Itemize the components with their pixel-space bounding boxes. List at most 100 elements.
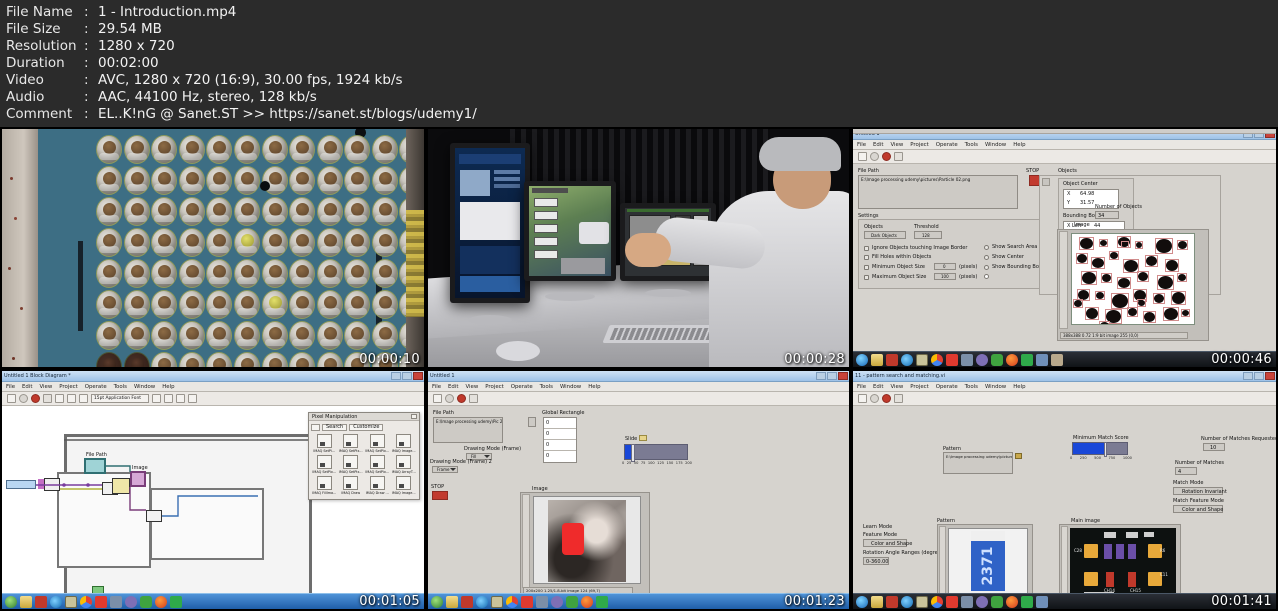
menu-edit[interactable]: Edit [873,142,883,148]
stop-button[interactable] [432,491,448,500]
min-size-checkbox[interactable] [864,265,869,270]
taskbar-app-icon-1[interactable] [110,595,122,608]
menu-view[interactable]: View [890,384,903,390]
palette-item[interactable]: IMAQ Draw ... [365,476,390,495]
taskbar-app-icon-5[interactable] [1036,595,1048,608]
menu-view[interactable]: View [890,142,903,148]
menu-bar[interactable]: File Edit View Project Operate Tools Win… [853,382,1276,392]
constant-node[interactable] [6,480,36,489]
reorder-button[interactable] [188,394,197,403]
toolbar[interactable]: 15pt Application Font [2,392,424,406]
taskbar-app-icon-3[interactable] [566,595,578,608]
thumbnail-1[interactable]: 00:00:10 [0,127,426,369]
palette-item[interactable]: IMAQ Draw [339,476,364,495]
taskbar-app-icon-1[interactable] [961,353,973,366]
taskbar-labview-icon[interactable] [491,595,503,608]
run-button[interactable] [858,394,867,403]
pixel-manipulation-palette[interactable]: Pixel Manipulation Search Customize IMAQ… [308,412,420,500]
palette-toolbar[interactable]: Search Customize [311,423,417,431]
ignore-border-checkbox[interactable] [864,246,869,251]
menu-project[interactable]: Project [910,142,928,148]
run-button[interactable] [433,394,442,403]
menu-window[interactable]: Window [985,142,1006,148]
menu-tools[interactable]: Tools [114,384,127,390]
window-controls[interactable] [391,372,423,380]
retain-values-button[interactable] [67,394,76,403]
menu-operate[interactable]: Operate [936,384,958,390]
menu-operate[interactable]: Operate [936,142,958,148]
palette-close-icon[interactable] [411,414,417,419]
menu-project[interactable]: Project [910,384,928,390]
score-thumb[interactable] [1104,442,1108,457]
run-continuous-button[interactable] [19,394,28,403]
menu-file[interactable]: File [6,384,15,390]
objects-select[interactable]: Dark Objects [864,231,906,239]
menu-edit[interactable]: Edit [873,384,883,390]
folder-icon[interactable] [1015,453,1022,459]
matches-requested-input[interactable]: 10 [1203,443,1225,451]
taskbar-pdf-icon[interactable] [886,595,898,608]
taskbar-pdf-icon[interactable] [461,595,473,608]
taskbar-start-icon[interactable] [856,353,868,366]
taskbar-app-icon-1[interactable] [961,595,973,608]
menu-window[interactable]: Window [985,384,1006,390]
menu-view[interactable]: View [465,384,478,390]
match-mode-select[interactable]: Rotation Invariant [1173,487,1227,495]
slide-thumb[interactable] [630,444,635,462]
menu-view[interactable]: View [39,384,52,390]
abort-button[interactable] [31,394,40,403]
font-selector[interactable]: 15pt Application Font [91,394,149,403]
menu-project[interactable]: Project [485,384,503,390]
taskbar-explorer-icon[interactable] [871,353,883,366]
horizontal-scrollbar[interactable] [853,129,1276,134]
thumbnail-6[interactable]: 11 - pattern search and matching.vi File… [851,369,1278,611]
objects-index-control[interactable] [1042,178,1050,186]
taskbar-ie-icon[interactable] [50,595,62,608]
thumbnail-4[interactable]: Untitled 1 Block Diagram * File Edit Vie… [0,369,426,611]
taskbar-chrome-icon[interactable] [506,595,518,608]
distribute-objects-button[interactable] [164,394,173,403]
menu-file[interactable]: File [857,142,866,148]
menu-file[interactable]: File [432,384,441,390]
palette-item[interactable]: IMAQ SetPix... [365,455,390,474]
taskbar-labview-icon[interactable] [916,595,928,608]
toolbar[interactable] [853,392,1276,406]
taskbar-ie-icon[interactable] [901,353,913,366]
toolbar[interactable] [428,392,849,406]
taskbar-firefox-icon[interactable] [1006,353,1018,366]
palette-item[interactable]: IMAQ SetPix... [339,434,364,453]
menu-tools[interactable]: Tools [965,142,978,148]
menu-bar[interactable]: File Edit View Project Operate Tools Win… [428,382,849,392]
taskbar-pdf-icon[interactable] [886,353,898,366]
menu-help[interactable]: Help [1013,384,1025,390]
taskbar-app-icon-2[interactable] [976,595,988,608]
menu-help[interactable]: Help [1013,142,1025,148]
palette-search-button[interactable]: Search [322,423,348,431]
pause-button[interactable] [894,394,903,403]
menu-help[interactable]: Help [588,384,600,390]
resize-objects-button[interactable] [176,394,185,403]
abort-button[interactable] [882,152,891,161]
menu-edit[interactable]: Edit [22,384,32,390]
taskbar-start-icon[interactable] [431,595,443,608]
taskbar-app-icon-4[interactable] [596,595,608,608]
taskbar-start-icon[interactable] [856,595,868,608]
block-diagram-canvas[interactable]: File Path Image Pixel Manipulation Searc… [2,406,424,609]
pattern-tools-palette[interactable] [939,526,946,602]
highlight-execution-button[interactable] [55,394,64,403]
show-extra-radio[interactable] [984,274,989,279]
taskbar-labview-icon[interactable] [916,353,928,366]
palette-item[interactable]: IMAQ SetPix... [312,455,337,474]
taskbar-firefox-icon[interactable] [1006,595,1018,608]
palette-item[interactable]: IMAQ SetPi... [312,434,337,453]
menu-edit[interactable]: Edit [448,384,458,390]
image-display[interactable]: 388x388 0.72 1:9 bit image 255 (0,0) [1057,229,1209,341]
chevron-down-icon[interactable] [484,455,490,458]
taskbar-chrome-icon[interactable] [931,595,943,608]
step-into-button[interactable] [79,394,88,403]
file-path-control[interactable]: E:\Image processing udemy\pictures\Parti… [858,175,1018,209]
slide-digital-display-icon[interactable] [639,435,647,441]
vi-node-3[interactable] [112,478,130,494]
run-continuous-button[interactable] [445,394,454,403]
abort-button[interactable] [457,394,466,403]
